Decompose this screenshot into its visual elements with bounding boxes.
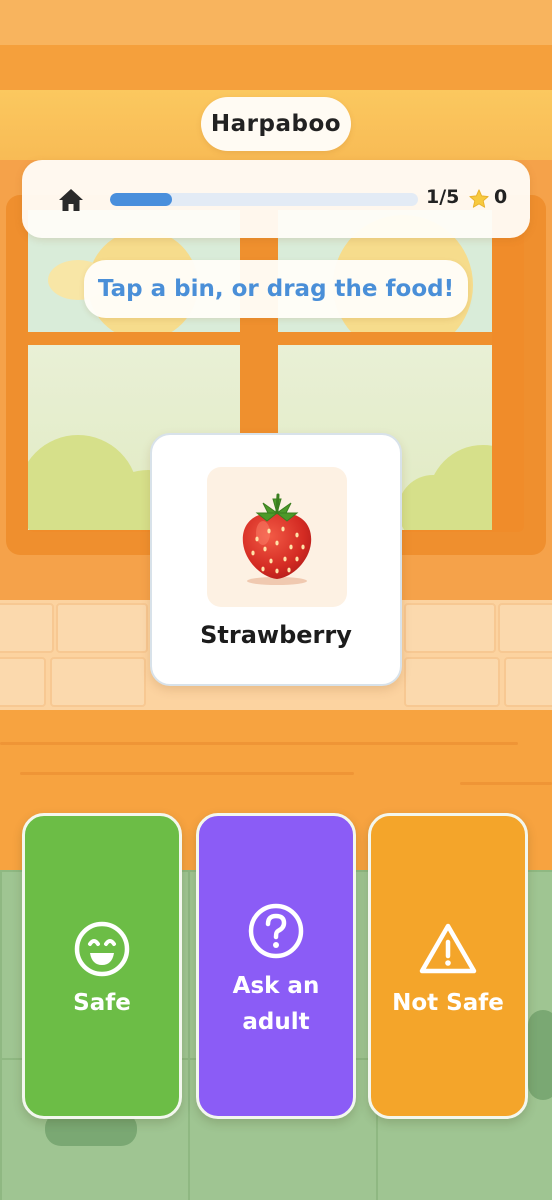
top-bar: 1/5 0 [22, 160, 530, 238]
progress-text: 1/5 [426, 186, 460, 208]
strawberry-image [242, 493, 312, 585]
app-title: Harpaboo [201, 97, 351, 151]
bin-not-safe-button[interactable]: Not Safe [368, 813, 528, 1119]
bin-not-safe-label: Not Safe [392, 990, 504, 1016]
hint-banner: Tap a bin, or drag the food! [84, 260, 468, 318]
smile-icon [74, 921, 130, 977]
question-icon [248, 903, 304, 959]
home-button[interactable] [56, 185, 86, 215]
star-icon [469, 189, 489, 208]
progress-fill [110, 193, 172, 206]
score-value: 0 [494, 186, 508, 208]
food-card[interactable]: Strawberry [150, 433, 402, 686]
bin-safe-button[interactable]: Safe [22, 813, 182, 1119]
home-icon [59, 189, 83, 211]
warning-icon [419, 923, 477, 974]
food-image-container [207, 467, 347, 607]
bin-ask-adult-button[interactable]: Ask an adult [196, 813, 356, 1119]
food-name: Strawberry [200, 621, 352, 649]
game-screen: Harpaboo 1/5 0 Tap a bin, or drag the fo… [0, 0, 552, 1200]
progress-bar [110, 193, 418, 206]
bin-ask-adult-label-line-2: adult [242, 1009, 310, 1035]
bin-ask-adult-label-line-1: Ask an [232, 973, 320, 999]
bin-safe-label: Safe [73, 990, 131, 1016]
